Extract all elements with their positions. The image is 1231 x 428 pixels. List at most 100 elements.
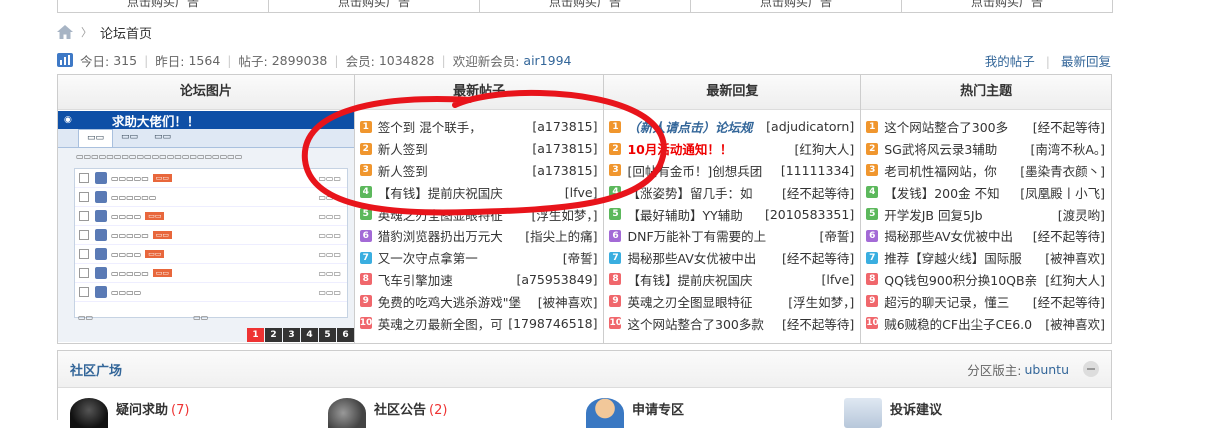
thread-title-link[interactable]: 揭秘那些AV女优被中出 bbox=[884, 226, 1029, 245]
thread-title-link[interactable]: 揭秘那些AV女优被中出 bbox=[627, 248, 777, 267]
list-item[interactable]: 7 推荐【穿越火线】国际服 [被神喜欢] bbox=[866, 247, 1105, 269]
thread-title-link[interactable]: 新人签到 bbox=[378, 161, 529, 180]
home-icon[interactable] bbox=[57, 25, 73, 39]
thread-author[interactable]: [经不起等待] bbox=[1033, 292, 1105, 311]
thread-title-link[interactable]: 签个到 混个联手， bbox=[378, 117, 529, 136]
ad-slot[interactable]: 点击购买广告 bbox=[480, 0, 691, 12]
forum-item-feedback[interactable]: 投诉建议 bbox=[844, 388, 1102, 428]
list-item[interactable]: 8 飞车引擎加速 [a75953849] bbox=[359, 269, 597, 291]
thread-author[interactable]: [墨染青衣颜丶] bbox=[1020, 161, 1105, 180]
thread-author[interactable]: [南湾不秋A。] bbox=[1030, 139, 1105, 158]
thread-title-link[interactable]: 【有钱】提前庆祝国庆 bbox=[378, 183, 561, 202]
list-item[interactable]: 2 10月活动通知！！ [红狗大人] bbox=[609, 138, 854, 160]
forum-picture-slide[interactable]: ◉ 求助大佬们！！ ▭▭ ▭▭ ▭▭ ▭▭▭▭▭▭▭▭▭▭▭▭▭▭▭▭▭▭▭▭▭… bbox=[58, 111, 354, 342]
latest-replies-link[interactable]: 最新回复 bbox=[1061, 54, 1111, 69]
thread-author[interactable]: [a173815] bbox=[532, 163, 597, 178]
pager-button[interactable]: 3 bbox=[283, 328, 300, 342]
thread-title-link[interactable]: 英魂之刃全图显眼特征 bbox=[627, 292, 784, 311]
thread-title-link[interactable]: 又一次守点拿第一 bbox=[378, 248, 559, 267]
newest-member-link[interactable]: air1994 bbox=[523, 53, 571, 68]
list-item[interactable]: 3 [回帖有金币！]创想兵团 [11111334] bbox=[609, 160, 854, 182]
thread-author[interactable]: [adjudicatorn] bbox=[766, 119, 854, 134]
thread-title-link[interactable]: 猎豹浏览器扔出万元大 bbox=[378, 226, 522, 245]
thread-title-link[interactable]: 【发钱】200金 不知 bbox=[884, 183, 1016, 202]
list-item[interactable]: 3 新人签到 [a173815] bbox=[359, 160, 597, 182]
collapse-icon[interactable] bbox=[1083, 361, 1099, 377]
thread-title-link[interactable]: QQ钱包900积分换10QB亲 bbox=[884, 270, 1041, 289]
thread-author[interactable]: [帝誓] bbox=[819, 226, 854, 245]
thread-title-link[interactable]: 贼6贼稳的CF出尘子CE6.0 bbox=[884, 314, 1041, 333]
thread-author[interactable]: [红狗大人] bbox=[794, 139, 854, 158]
forum-item-announcements[interactable]: 社区公告 (2) bbox=[328, 388, 586, 428]
thread-author[interactable]: [经不起等待] bbox=[782, 314, 854, 333]
list-item[interactable]: 6 揭秘那些AV女优被中出 [经不起等待] bbox=[866, 225, 1105, 247]
thread-author[interactable]: [浮生如梦，] bbox=[531, 205, 597, 224]
list-item[interactable]: 9 免费的吃鸡大逃杀游戏"堡 [被神喜欢] bbox=[359, 290, 598, 312]
thread-author[interactable]: [被神喜欢] bbox=[1045, 314, 1105, 333]
list-item[interactable]: 8 QQ钱包900积分换10QB亲 [红狗大人] bbox=[866, 269, 1105, 291]
thread-title-link[interactable]: （新人请点击）论坛规 bbox=[627, 117, 762, 136]
list-item[interactable]: 4 【有钱】提前庆祝国庆 [lfve] bbox=[359, 181, 598, 203]
thread-author[interactable]: [2010583351] bbox=[765, 207, 854, 222]
thread-author[interactable]: [a75953849] bbox=[516, 272, 597, 287]
list-item[interactable]: 4 【发钱】200金 不知 [凤凰殿丨小飞] bbox=[866, 181, 1105, 203]
thread-title-link[interactable]: 【有钱】提前庆祝国庆 bbox=[627, 270, 817, 289]
thread-author[interactable]: [凤凰殿丨小飞] bbox=[1020, 183, 1105, 202]
thread-author[interactable]: [经不起等待] bbox=[1033, 226, 1105, 245]
list-item[interactable]: 3 老司机性福网站，你 [墨染青衣颜丶] bbox=[866, 160, 1105, 182]
thread-author[interactable]: [a173815] bbox=[532, 119, 597, 134]
thread-title-link[interactable]: 新人签到 bbox=[378, 139, 529, 158]
thread-title-link[interactable]: 这个网站整合了300多款 bbox=[627, 314, 777, 333]
thread-title-link[interactable]: 【涨姿势】留几手：如 bbox=[627, 183, 777, 202]
moderator-link[interactable]: ubuntu bbox=[1024, 362, 1069, 377]
thread-title-link[interactable]: SG武将风云录3辅助 bbox=[884, 139, 1026, 158]
thread-title-link[interactable]: 免费的吃鸡大逃杀游戏"堡 bbox=[378, 292, 534, 311]
pager-button[interactable]: 6 bbox=[337, 328, 354, 342]
thread-author[interactable]: [lfve] bbox=[565, 185, 598, 200]
forum-name[interactable]: 疑问求助 bbox=[116, 403, 168, 418]
pager-button[interactable]: 5 bbox=[319, 328, 336, 342]
thread-title-link[interactable]: 超污的聊天记录，懂三 bbox=[884, 292, 1029, 311]
list-item[interactable]: 2 新人签到 [a173815] bbox=[359, 138, 597, 160]
forum-name[interactable]: 社区公告 bbox=[374, 403, 426, 418]
ad-slot[interactable]: 点击购买广告 bbox=[902, 0, 1112, 12]
list-item[interactable]: 10 贼6贼稳的CF出尘子CE6.0 [被神喜欢] bbox=[866, 312, 1105, 334]
my-posts-link[interactable]: 我的帖子 bbox=[985, 54, 1035, 69]
slide-caption[interactable]: 求助大佬们！！ bbox=[112, 111, 200, 130]
thread-title-link[interactable]: 10月活动通知！！ bbox=[627, 139, 790, 158]
list-item[interactable]: 10 这个网站整合了300多款 [经不起等待] bbox=[609, 312, 854, 334]
thread-title-link[interactable]: DNF万能补丁有需要的上 bbox=[627, 226, 815, 245]
thread-author[interactable]: [红狗大人] bbox=[1045, 270, 1105, 289]
thread-author[interactable]: [1798746518] bbox=[508, 316, 597, 331]
pager-button[interactable]: 1 bbox=[247, 328, 264, 342]
list-item[interactable]: 2 SG武将风云录3辅助 [南湾不秋A。] bbox=[866, 138, 1105, 160]
thread-title-link[interactable]: 这个网站整合了300多 bbox=[884, 117, 1029, 136]
forum-name[interactable]: 投诉建议 bbox=[890, 403, 942, 418]
thread-author[interactable]: [渡灵哟] bbox=[1058, 205, 1105, 224]
thread-author[interactable]: [浮生如梦，] bbox=[788, 292, 854, 311]
list-item[interactable]: 5 英魂之刃全图显眼特征 [浮生如梦，] bbox=[359, 203, 597, 225]
thread-title-link[interactable]: [回帖有金币！]创想兵团 bbox=[627, 161, 776, 180]
list-item[interactable]: 1 （新人请点击）论坛规 [adjudicatorn] bbox=[609, 116, 854, 138]
list-item[interactable]: 9 英魂之刃全图显眼特征 [浮生如梦，] bbox=[609, 290, 854, 312]
pager-button[interactable]: 2 bbox=[265, 328, 282, 342]
thread-title-link[interactable]: 【最好辅助】YY辅助 bbox=[627, 205, 760, 224]
thread-author[interactable]: [被神喜欢] bbox=[1045, 248, 1105, 267]
list-item[interactable]: 1 签个到 混个联手， [a173815] bbox=[359, 116, 597, 138]
thread-title-link[interactable]: 英魂之刃全图显眼特征 bbox=[378, 205, 528, 224]
list-item[interactable]: 5 【最好辅助】YY辅助 [2010583351] bbox=[609, 203, 854, 225]
thread-author[interactable]: [11111334] bbox=[781, 163, 854, 178]
thread-title-link[interactable]: 老司机性福网站，你 bbox=[884, 161, 1016, 180]
forum-item-help[interactable]: 疑问求助 (7) bbox=[70, 388, 328, 428]
ad-slot[interactable]: 点击购买广告 bbox=[58, 0, 269, 12]
list-item[interactable]: 5 开学发JB 回复5Jb [渡灵哟] bbox=[866, 203, 1105, 225]
thread-author[interactable]: [被神喜欢] bbox=[538, 292, 598, 311]
list-item[interactable]: 4 【涨姿势】留几手：如 [经不起等待] bbox=[609, 181, 854, 203]
list-item[interactable]: 7 揭秘那些AV女优被中出 [经不起等待] bbox=[609, 247, 854, 269]
thread-author[interactable]: [经不起等待] bbox=[1033, 117, 1105, 136]
list-item[interactable]: 1 这个网站整合了300多 [经不起等待] bbox=[866, 116, 1105, 138]
pager-button[interactable]: 4 bbox=[301, 328, 318, 342]
list-item[interactable]: 8 【有钱】提前庆祝国庆 [lfve] bbox=[609, 269, 854, 291]
thread-author[interactable]: [a173815] bbox=[532, 141, 597, 156]
thread-author[interactable]: [经不起等待] bbox=[782, 248, 854, 267]
